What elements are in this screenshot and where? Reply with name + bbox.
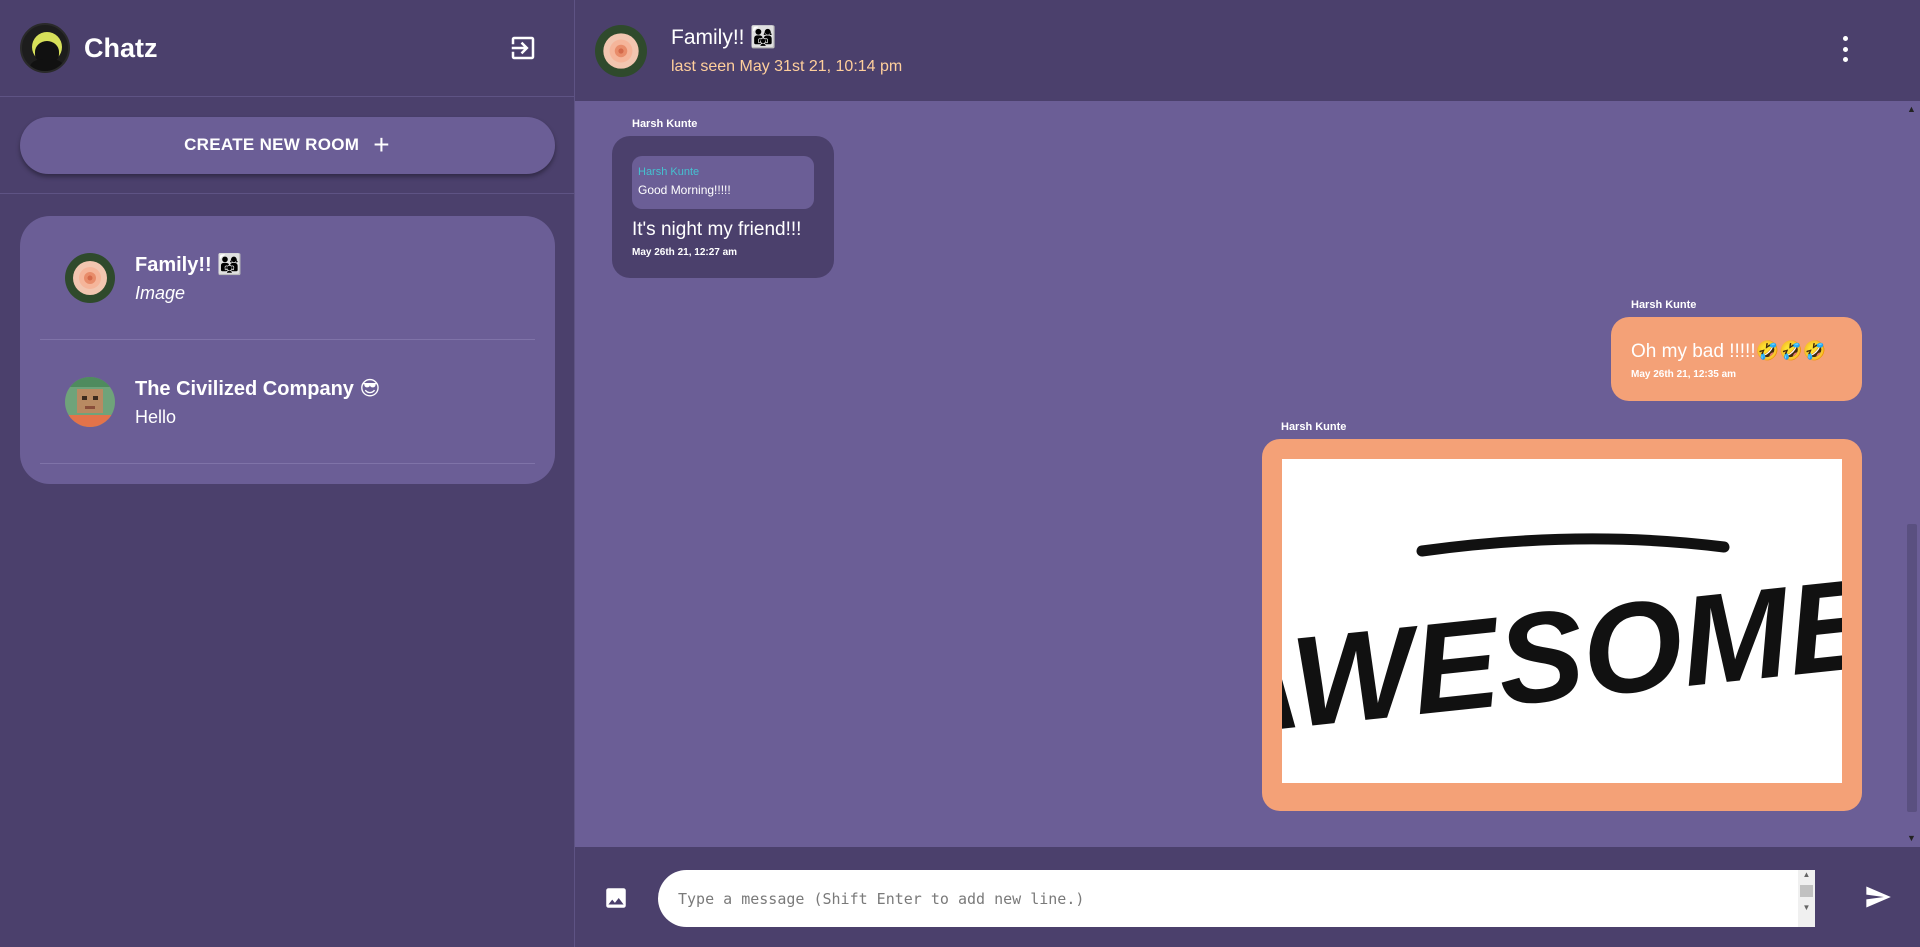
more-options-button[interactable] [1840, 36, 1850, 62]
send-icon [1866, 886, 1891, 908]
room-list: Family!! 👨‍👩‍👧 Image The Civilized Compa… [20, 216, 555, 484]
message-author: Harsh Kunte [1281, 421, 1347, 433]
scroll-thumb[interactable] [1907, 524, 1917, 812]
message-bubble-outgoing[interactable]: Oh my bad !!!!!🤣🤣🤣 May 26th 21, 12:35 am [1611, 317, 1862, 401]
scroll-up-arrow[interactable]: ▲ [1903, 101, 1920, 118]
room-item-civilized-company[interactable]: The Civilized Company 😎 Hello [40, 340, 535, 464]
chat-panel: Family!! 👨‍👩‍👧 last seen May 31st 21, 10… [575, 0, 1920, 947]
message-input[interactable] [678, 885, 1798, 912]
logout-button[interactable] [508, 33, 538, 63]
rose-avatar [65, 252, 115, 303]
message-text: Oh my bad !!!!!🤣🤣🤣 [1631, 341, 1827, 362]
attach-image-button[interactable] [603, 885, 629, 911]
input-scrollbar[interactable]: ▲ ▼ [1798, 870, 1815, 927]
create-room-label: CREATE NEW ROOM [184, 135, 360, 154]
pixel-face-avatar [65, 376, 115, 427]
sidebar-header: Chatz [0, 0, 574, 97]
more-vert-icon [1842, 36, 1848, 41]
room-last-message: Hello [135, 406, 177, 427]
room-last-message: Image [135, 282, 186, 303]
composer-bar: ▲▼ [575, 847, 1920, 947]
message-time: May 26th 21, 12:27 am [632, 247, 738, 258]
quoted-author: Harsh Kunte [638, 166, 700, 178]
app-title: Chatz [84, 32, 158, 63]
message-author: Harsh Kunte [1631, 299, 1697, 311]
awesome-image[interactable]: AWESOME! [1198, 459, 1920, 783]
quoted-message[interactable]: Harsh Kunte Good Morning!!!!! [632, 156, 814, 209]
sidebar: Chatz CREATE NEW ROOM + [0, 0, 575, 947]
message-input-wrapper: ▲▼ [658, 870, 1815, 927]
app-logo [20, 23, 70, 73]
message-bubble-incoming[interactable]: Harsh Kunte Good Morning!!!!! It's night… [612, 136, 834, 278]
message-bubble-image[interactable]: AWESOME! [1198, 439, 1920, 811]
message-list: Harsh Kunte Harsh Kunte Good Morning!!!!… [575, 101, 1920, 847]
send-button[interactable] [1863, 883, 1893, 911]
image-text: AWESOME! [1282, 547, 1842, 764]
message-text: It's night my friend!!! [632, 219, 802, 240]
room-name: The Civilized Company 😎 [135, 377, 381, 400]
message-time: May 26th 21, 12:35 am [1631, 369, 1737, 380]
room-item-family[interactable]: Family!! 👨‍👩‍👧 Image [40, 216, 535, 340]
scroll-down-arrow[interactable]: ▼ [1903, 830, 1920, 847]
last-seen-text: last seen May 31st 21, 10:14 pm [671, 57, 903, 75]
chat-header: Family!! 👨‍👩‍👧 last seen May 31st 21, 10… [575, 0, 1920, 101]
chat-title: Family!! 👨‍👩‍👧 [671, 25, 777, 49]
image-icon [606, 888, 626, 908]
quoted-text: Good Morning!!!!! [638, 183, 731, 197]
room-name: Family!! 👨‍👩‍👧 [135, 253, 243, 276]
exit-icon [511, 36, 535, 60]
create-room-section: CREATE NEW ROOM + [0, 97, 574, 194]
message-author: Harsh Kunte [632, 118, 698, 130]
create-new-room-button[interactable]: CREATE NEW ROOM + [19, 116, 555, 174]
messages-scrollbar[interactable]: ▲ ▼ [1903, 101, 1920, 847]
chat-avatar[interactable] [595, 24, 647, 77]
plus-icon: + [373, 129, 390, 160]
